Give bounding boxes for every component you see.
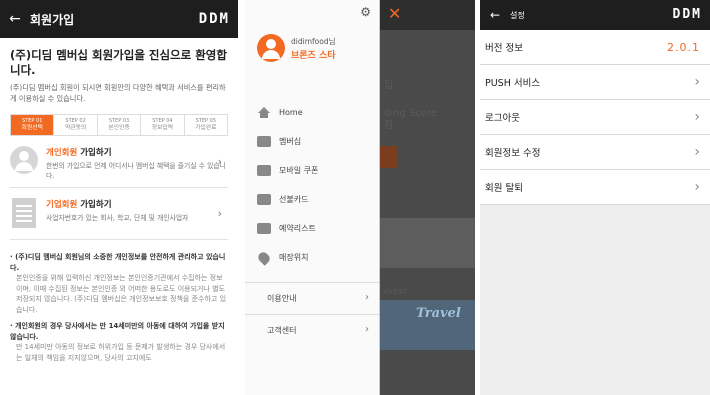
gear-icon[interactable]: ⚙: [360, 5, 371, 19]
settings-row-push[interactable]: PUSH 서비스 ›: [480, 65, 710, 100]
chevron-right-icon: ›: [217, 155, 222, 168]
username: didimfood님: [291, 36, 336, 46]
chevron-right-icon: ›: [694, 109, 700, 125]
page-title: 회원가입: [30, 12, 75, 27]
user-profile: didimfood님 브론즈 스타: [257, 34, 336, 62]
settings-row-version: 버전 정보 2.0.1: [480, 30, 710, 65]
personal-signup-title: 개인회원 가입하기: [46, 148, 112, 158]
home-icon: [257, 107, 271, 118]
chevron-right-icon: ›: [694, 74, 700, 90]
back-arrow-icon[interactable]: ←: [0, 0, 30, 38]
ddm-logo: DDM: [672, 7, 702, 22]
background-image: [380, 218, 475, 268]
settings-row-edit-profile[interactable]: 회원정보 수정 ›: [480, 135, 710, 170]
drawer-submenu: 이용안내 › 고객센터 ›: [245, 282, 379, 346]
welcome-description: (주)디딤 멤버십 회원이 되시면 회원만의 다양한 혜택과 서비스를 편리하게…: [10, 83, 226, 103]
step-2: STEP 02 약관동의: [54, 115, 98, 135]
dimmed-background[interactable]: ✕ 딥 ding Score 점 EVENT Travel: [380, 0, 475, 395]
member-grade: 브론즈 스타: [291, 50, 336, 61]
menu-item-store-location[interactable]: 매장위치: [256, 243, 379, 272]
background-text: 점: [384, 120, 394, 131]
prepaid-card-icon: [257, 194, 271, 205]
settings-list: 버전 정보 2.0.1 PUSH 서비스 › 로그아웃 › 회원정보 수정 › 회원 탈…: [480, 30, 710, 205]
version-value: 2.0.1: [667, 40, 700, 54]
ddm-logo: DDM: [198, 11, 230, 27]
signup-steps: STEP 01 회원선택 STEP 02 약관동의 STEP 03 본인인증 STEP…: [10, 114, 228, 136]
corporate-signup-row[interactable]: 기업회원 가입하기 사업자번호가 있는 회사, 학교, 단체 및 개인사업자 ›: [10, 194, 228, 240]
background-text: EVENT: [384, 288, 408, 296]
person-icon: [10, 146, 38, 174]
travel-banner-text: Travel: [416, 306, 461, 321]
privacy-heading: · (주)디딤 멤버십 회원님의 소중한 개인정보를 안전하게 관리하고 있습니…: [10, 253, 226, 272]
step-5: STEP 05 가입완료: [195, 118, 217, 131]
menu-item-home[interactable]: Home: [257, 98, 379, 127]
background-button: [380, 146, 398, 168]
location-pin-icon: [256, 249, 272, 266]
signup-screen: ← 회원가입 DDM (주)디딤 멤버십 회원가입을 진심으로 환영합니다. (…: [0, 0, 238, 395]
background-text: 딥: [384, 80, 394, 91]
drawer-menu: Home 멤버십 모바일 쿠폰 선불카드 예약리스트 매장위치: [256, 98, 379, 272]
menu-item-prepaid-card[interactable]: 선불카드: [257, 185, 379, 214]
membership-card-icon: [257, 136, 271, 147]
personal-signup-desc: 한번의 가입으로 언제 어디서나 멤버십 혜택을 즐기실 수 있습니다.: [46, 162, 226, 180]
navigation-drawer: ⚙ didimfood님 브론즈 스타 Home 멤버십 모바일 쿠폰 선불카드…: [245, 0, 380, 395]
coupon-icon: [257, 165, 271, 176]
page-title: 설정: [510, 10, 525, 20]
calendar-icon: [257, 223, 271, 234]
chevron-right-icon: ›: [365, 324, 369, 335]
avatar: [257, 34, 285, 62]
age-policy-heading: · 개인회원의 경우 당사에서는 만 14세미만의 아동에 대하여 가입을 받지…: [10, 322, 225, 341]
menu-item-membership[interactable]: 멤버십: [257, 127, 379, 156]
corporate-signup-title: 기업회원 가입하기: [46, 200, 112, 210]
menu-item-guide[interactable]: 이용안내 ›: [245, 282, 379, 314]
step-3: STEP 03 본인인증: [98, 115, 142, 135]
settings-app-bar: ← 설정 DDM: [480, 0, 710, 30]
back-arrow-icon[interactable]: ←: [480, 0, 510, 30]
personal-signup-row[interactable]: 개인회원 가입하기 한번의 가입으로 언제 어디서나 멤버십 혜택을 즐기실 수…: [10, 142, 228, 188]
chevron-right-icon: ›: [694, 179, 700, 195]
menu-item-mobile-coupon[interactable]: 모바일 쿠폰: [257, 156, 379, 185]
chevron-right-icon: ›: [365, 292, 369, 303]
corporate-signup-desc: 사업자번호가 있는 회사, 학교, 단체 및 개인사업자: [46, 214, 189, 222]
step-1: STEP 01 회원선택: [11, 115, 55, 135]
chevron-right-icon: ›: [217, 207, 222, 220]
welcome-title: (주)디딤 멤버십 회원가입을 진심으로 환영합니다.: [10, 48, 227, 77]
settings-row-withdraw[interactable]: 회원 탈퇴 ›: [480, 170, 710, 205]
age-policy-text: 만 14세미만 아동의 정보로 허위가입 등 문제가 발생하는 경우 당사에서는…: [16, 343, 226, 362]
settings-screen: ← 설정 DDM 버전 정보 2.0.1 PUSH 서비스 › 로그아웃 › 회원정보…: [480, 0, 710, 395]
settings-row-logout[interactable]: 로그아웃 ›: [480, 100, 710, 135]
building-icon: [12, 198, 36, 228]
privacy-notice: · (주)디딤 멤버십 회원님의 소중한 개인정보를 안전하게 관리하고 있습니…: [10, 252, 228, 363]
close-icon[interactable]: ✕: [388, 4, 401, 23]
step-4: STEP 04 정보입력: [141, 115, 185, 135]
signup-app-bar: ← 회원가입 DDM: [0, 0, 238, 38]
background-text: ding Score: [384, 108, 437, 119]
menu-item-customer-center[interactable]: 고객센터 ›: [245, 314, 379, 346]
privacy-text: 본인인증을 위해 입력하신 개인정보는 본인인증기관에서 수집하는 정보이며, …: [16, 274, 227, 314]
menu-item-reservations[interactable]: 예약리스트: [257, 214, 379, 243]
drawer-screen: ✕ 딥 ding Score 점 EVENT Travel ⚙ didimfoo…: [245, 0, 475, 395]
chevron-right-icon: ›: [694, 144, 700, 160]
